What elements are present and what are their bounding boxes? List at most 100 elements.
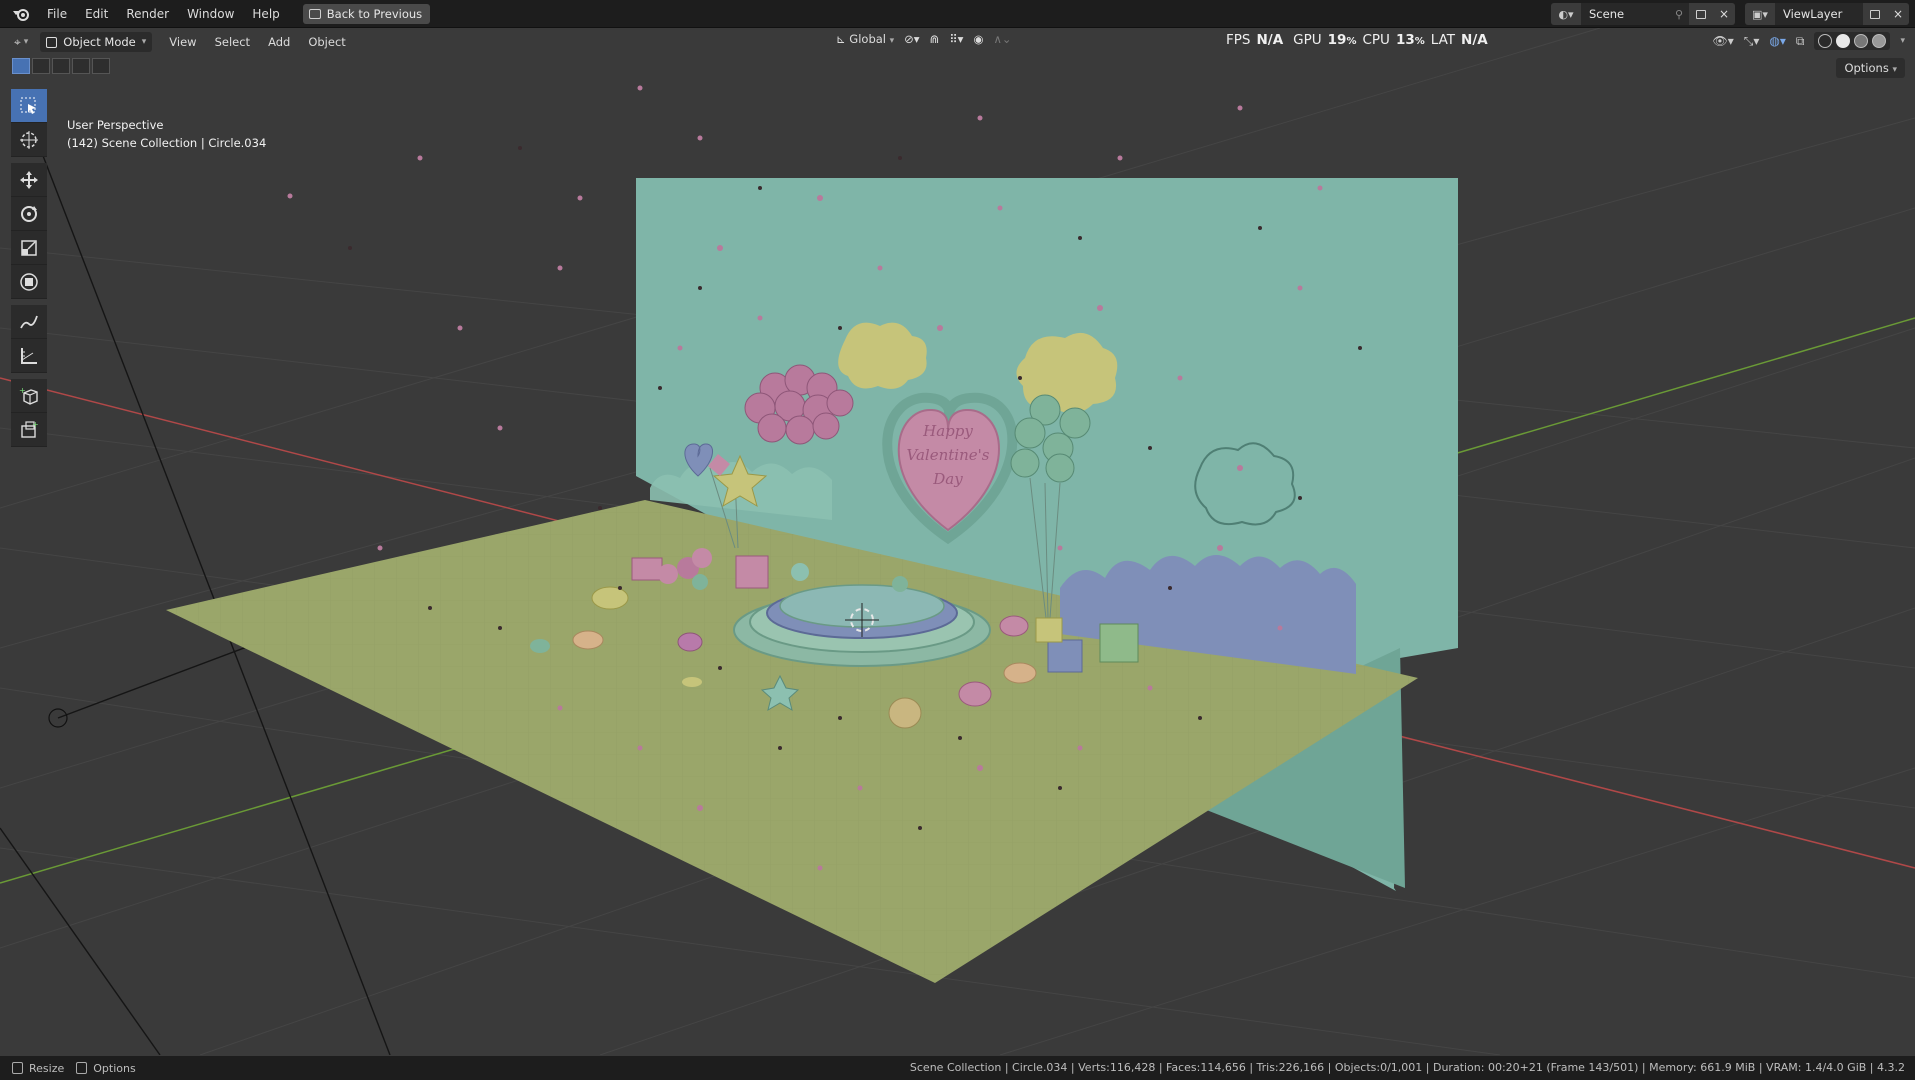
snap-target-icon[interactable]: ⠿▾ bbox=[949, 32, 963, 46]
chevron-down-icon: ▾ bbox=[889, 36, 895, 46]
options-dropdown[interactable]: Options ▾ bbox=[1836, 58, 1905, 78]
view-layer-icon[interactable]: ▣▾ bbox=[1745, 3, 1775, 25]
add-object-tool[interactable]: + bbox=[11, 413, 47, 447]
annotate-tool[interactable] bbox=[11, 305, 47, 339]
editor-type-icon: ⌖ bbox=[14, 34, 21, 49]
cursor-tool[interactable] bbox=[11, 123, 47, 157]
select-new-icon[interactable] bbox=[12, 58, 30, 74]
rendered-shading-icon[interactable] bbox=[1872, 34, 1887, 48]
new-view-layer-icon[interactable] bbox=[1863, 3, 1887, 25]
transform-tool[interactable] bbox=[11, 265, 47, 299]
scene-selectors: ◐▾ Scene ⚲ × ▣▾ ViewLayer × bbox=[1551, 3, 1909, 25]
chevron-down-icon[interactable]: ▾ bbox=[1900, 36, 1905, 46]
viewport-display-tools: 👁▾ ⤡▾ ◍▾ ⧉ ▾ bbox=[1713, 32, 1905, 50]
view-layer-name[interactable]: ViewLayer bbox=[1775, 7, 1863, 21]
select-intersect-icon[interactable] bbox=[92, 58, 110, 74]
scene-name[interactable]: Scene bbox=[1581, 7, 1669, 21]
xray-icon[interactable]: ⧉ bbox=[1796, 34, 1805, 49]
proportional-edit-icon[interactable]: ◉ bbox=[973, 32, 983, 46]
menu-window[interactable]: Window bbox=[178, 0, 243, 28]
falloff-icon[interactable]: ∧⌄ bbox=[993, 32, 1011, 46]
select-extend-icon[interactable] bbox=[32, 58, 50, 74]
orientation-icon: ⊾ bbox=[836, 32, 846, 46]
3d-viewport[interactable]: Happy Valentine's Day User Perspective (… bbox=[0, 27, 1915, 1056]
window-icon bbox=[308, 8, 321, 19]
snap-icon[interactable]: ⋒ bbox=[930, 32, 940, 46]
gpu-percent: % bbox=[1346, 36, 1357, 47]
viewport-header: ⌖ ▾ Object Mode ▾ View Select Add Object … bbox=[0, 29, 1915, 55]
chevron-down-icon: ▾ bbox=[141, 37, 147, 47]
view-layer-selector[interactable]: ▣▾ ViewLayer × bbox=[1745, 3, 1909, 25]
transform-controls: ⊾ Global ▾ ⊘▾ ⋒ ⠿▾ ◉ ∧⌄ bbox=[836, 32, 1012, 46]
collection-info-label: (142) Scene Collection | Circle.034 bbox=[67, 136, 267, 150]
object-mode-icon bbox=[46, 36, 58, 48]
overlays-icon[interactable]: ◍▾ bbox=[1769, 34, 1786, 48]
chevron-down-icon: ▾ bbox=[1892, 65, 1897, 75]
header-menu-object[interactable]: Object bbox=[299, 35, 354, 49]
status-hints: Resize Options bbox=[12, 1062, 136, 1075]
object-mode-dropdown[interactable]: Object Mode ▾ bbox=[40, 32, 153, 52]
select-subtract-icon[interactable] bbox=[52, 58, 70, 74]
header-menu-add[interactable]: Add bbox=[259, 35, 299, 49]
orientation-dropdown[interactable]: ⊾ Global ▾ bbox=[836, 32, 894, 46]
menu-help[interactable]: Help bbox=[243, 0, 288, 28]
select-box-icon bbox=[20, 97, 36, 114]
fps-label: FPS bbox=[1226, 32, 1251, 48]
delete-view-layer-icon[interactable]: × bbox=[1887, 3, 1909, 25]
viewport-scene[interactable]: Happy Valentine's Day bbox=[0, 27, 1915, 1056]
viewport-overlay-info: User Perspective (142) Scene Collection … bbox=[67, 116, 266, 152]
select-box-tool[interactable] bbox=[11, 89, 47, 123]
delete-scene-icon[interactable]: × bbox=[1713, 3, 1735, 25]
scale-tool[interactable] bbox=[11, 231, 47, 265]
wireframe-shading-icon[interactable] bbox=[1818, 34, 1833, 48]
move-icon bbox=[20, 170, 38, 189]
menu-file[interactable]: File bbox=[38, 0, 76, 28]
sign-line-1: Happy bbox=[922, 422, 973, 440]
chevron-down-icon: ▾ bbox=[23, 37, 29, 47]
object-mode-label: Object Mode bbox=[63, 35, 136, 49]
cpu-value: 13 bbox=[1395, 32, 1415, 48]
svg-text:+: + bbox=[19, 386, 26, 395]
svg-text:+: + bbox=[32, 420, 39, 429]
cursor-icon bbox=[20, 130, 38, 149]
menu-edit[interactable]: Edit bbox=[76, 0, 117, 28]
measure-tool[interactable] bbox=[11, 339, 47, 373]
new-scene-icon[interactable] bbox=[1689, 3, 1713, 25]
sign-line-3: Day bbox=[932, 470, 963, 488]
measure-icon bbox=[21, 347, 37, 364]
material-shading-icon[interactable] bbox=[1854, 34, 1869, 48]
cpu-percent: % bbox=[1414, 36, 1425, 47]
scene-icon[interactable]: ◐▾ bbox=[1551, 3, 1581, 25]
shading-modes bbox=[1814, 32, 1891, 50]
status-options-label: Options bbox=[93, 1061, 136, 1075]
header-menu-select[interactable]: Select bbox=[206, 35, 259, 49]
add-cube-tool[interactable]: + bbox=[11, 379, 47, 413]
header-menu-view[interactable]: View bbox=[160, 35, 205, 49]
scene-statistics: Scene Collection | Circle.034 | Verts:11… bbox=[909, 1061, 1905, 1074]
pivot-point-icon[interactable]: ⊘▾ bbox=[904, 32, 919, 46]
pin-icon[interactable]: ⚲ bbox=[1669, 8, 1689, 21]
view-perspective-label: User Perspective bbox=[67, 118, 164, 132]
back-to-previous-button[interactable]: Back to Previous bbox=[302, 3, 431, 24]
sign-line-2: Valentine's bbox=[907, 446, 990, 464]
transform-icon bbox=[20, 272, 38, 291]
menu-render[interactable]: Render bbox=[117, 0, 178, 28]
lat-value: N/A bbox=[1461, 32, 1488, 48]
status-resize-label: Resize bbox=[29, 1061, 65, 1075]
move-tool[interactable] bbox=[11, 163, 47, 197]
select-mode-buttons bbox=[12, 58, 110, 74]
blender-logo-icon[interactable] bbox=[10, 3, 32, 25]
options-label: Options bbox=[1844, 61, 1889, 75]
visibility-icon[interactable]: 👁▾ bbox=[1713, 34, 1734, 48]
editor-type-selector[interactable]: ⌖ ▾ bbox=[14, 35, 28, 50]
gizmo-icon[interactable]: ⤡▾ bbox=[1744, 34, 1760, 49]
add-cube-icon: + bbox=[19, 386, 38, 405]
gpu-value: 19 bbox=[1327, 32, 1347, 48]
scale-icon bbox=[21, 239, 37, 256]
mouse-left-icon bbox=[12, 1062, 23, 1074]
scene-selector[interactable]: ◐▾ Scene ⚲ × bbox=[1551, 3, 1735, 25]
select-invert-icon[interactable] bbox=[72, 58, 90, 74]
solid-shading-icon[interactable] bbox=[1836, 34, 1851, 48]
rotate-tool[interactable] bbox=[11, 197, 47, 231]
back-to-previous-label: Back to Previous bbox=[326, 6, 423, 21]
